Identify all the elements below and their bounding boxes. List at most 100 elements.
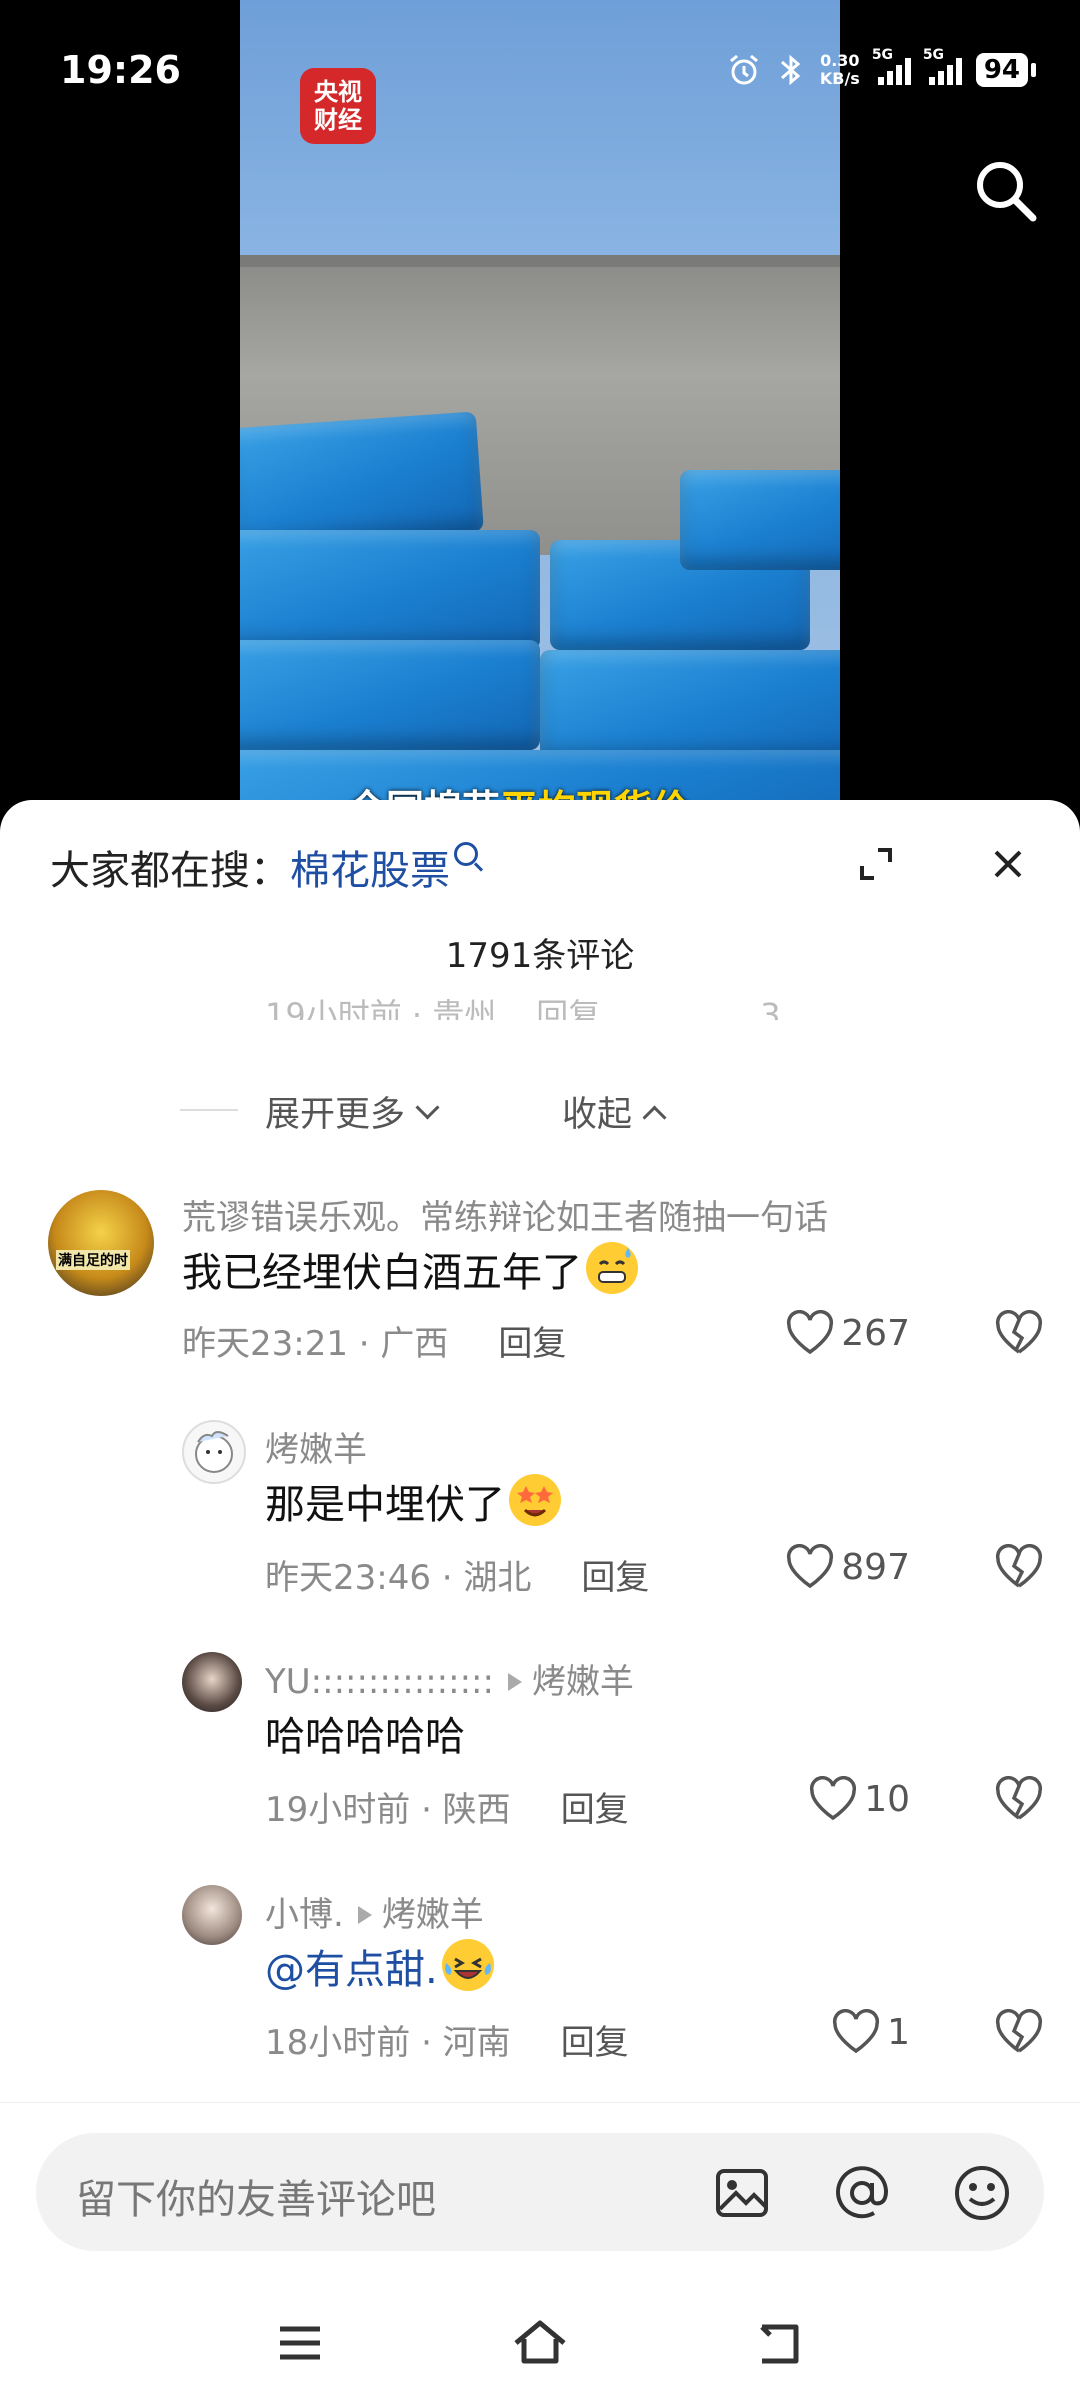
like-count: 10 bbox=[864, 1778, 910, 1820]
comment-input-placeholder: 留下你的友善评论吧 bbox=[76, 2177, 436, 2223]
chevron-up-icon bbox=[642, 1105, 667, 1130]
like-button[interactable]: 897 bbox=[785, 1544, 910, 1590]
back-icon[interactable] bbox=[750, 2313, 810, 2373]
faded-comment-meta: 19小时前 · 贵州 回复 3 bbox=[265, 990, 821, 1020]
comment-item: 满自足的时 荒谬错误乐观。常练辩论如王者随抽一句话 我已经埋伏白酒五年了 昨天2… bbox=[0, 1180, 1080, 1364]
grimacing-sweat-emoji bbox=[586, 1242, 638, 1294]
speed-value: 0.30 bbox=[820, 51, 860, 70]
speed-unit: KB/s bbox=[819, 69, 860, 88]
comment-time-location: 昨天23:46 · 湖北 bbox=[265, 1558, 532, 1598]
faded-reply: 回复 bbox=[536, 996, 601, 1020]
faded-time: 19小时前 · 贵州 bbox=[265, 996, 497, 1020]
comment-text: 那是中埋伏了 bbox=[265, 1472, 561, 1530]
like-count: 267 bbox=[841, 1312, 910, 1354]
emoji-icon[interactable] bbox=[952, 2163, 1012, 2223]
video-bale bbox=[240, 411, 484, 549]
faded-likes: 3 bbox=[760, 996, 781, 1020]
reply-item: 烤嫩羊 那是中埋伏了 昨天23:46 · 湖北 回复 897 bbox=[0, 1420, 1080, 1598]
reply-item: 小博. 烤嫩羊 @有点甜. 18小时前 · 河南 回复 1 bbox=[0, 1885, 1080, 2063]
reply-button[interactable]: 回复 bbox=[561, 1790, 629, 1830]
sheet-header: 大家都在搜：棉花股票 bbox=[0, 800, 1080, 910]
comment-time-location: 昨天23:21 · 广西 bbox=[182, 1324, 449, 1364]
image-icon[interactable] bbox=[712, 2163, 772, 2223]
network-speed: 0.30 KB/s bbox=[820, 52, 860, 88]
collapse-label: 收起 bbox=[562, 1095, 633, 1135]
cctv-finance-logo: 央视 财经 bbox=[300, 68, 376, 144]
trending-search-term[interactable]: 棉花股票 bbox=[290, 848, 450, 894]
reply-arrow-icon bbox=[507, 1673, 522, 1691]
menu-icon[interactable] bbox=[270, 2313, 330, 2373]
comment-input-area: 留下你的友善评论吧 bbox=[0, 2102, 1080, 2401]
like-button[interactable]: 10 bbox=[808, 1776, 910, 1822]
mention-link[interactable]: @有点甜. bbox=[265, 1947, 438, 1993]
heart-icon bbox=[833, 2009, 880, 2054]
video-bale bbox=[240, 530, 540, 650]
expand-more-button[interactable]: 展开更多 bbox=[265, 1086, 440, 1137]
reply-username-row: 小博. 烤嫩羊 bbox=[265, 1887, 484, 1936]
heart-icon bbox=[810, 1776, 857, 1821]
reply-to-username[interactable]: 烤嫩羊 bbox=[382, 1895, 484, 1935]
bluetooth-icon bbox=[780, 54, 801, 86]
at-mention-icon[interactable] bbox=[832, 2163, 892, 2223]
like-count: 1 bbox=[887, 2011, 910, 2053]
expand-more-label: 展开更多 bbox=[265, 1095, 406, 1135]
signal-icon: 5G bbox=[872, 47, 911, 85]
home-icon[interactable] bbox=[510, 2313, 570, 2373]
avatar[interactable] bbox=[182, 1652, 242, 1712]
reply-button[interactable]: 回复 bbox=[498, 1324, 566, 1364]
logo-line: 财经 bbox=[314, 106, 362, 134]
broken-heart-icon[interactable] bbox=[994, 1776, 1044, 1822]
search-icon[interactable] bbox=[970, 155, 1042, 227]
reply-to-username[interactable]: 烤嫩羊 bbox=[532, 1662, 634, 1702]
avatar[interactable]: 满自足的时 bbox=[48, 1190, 154, 1296]
reply-button[interactable]: 回复 bbox=[581, 1558, 649, 1598]
battery-indicator: 94 bbox=[975, 53, 1037, 87]
video-bale bbox=[540, 650, 840, 760]
collapse-button[interactable]: 收起 bbox=[562, 1086, 667, 1137]
like-count: 897 bbox=[841, 1546, 910, 1588]
expand-icon[interactable] bbox=[852, 840, 900, 888]
comment-text: @有点甜. bbox=[265, 1937, 494, 1995]
close-icon[interactable] bbox=[984, 840, 1032, 888]
trending-search-label: 大家都在搜： bbox=[50, 848, 290, 894]
alarm-icon bbox=[729, 54, 758, 85]
avatar[interactable] bbox=[182, 1420, 246, 1484]
signal-icon: 5G bbox=[923, 47, 962, 85]
comment-text-content: 我已经埋伏白酒五年了 bbox=[182, 1250, 582, 1296]
thread-toggle-row: 展开更多 收起 bbox=[0, 1080, 1080, 1140]
network-type: 5G bbox=[922, 47, 945, 63]
crying-laughing-emoji bbox=[441, 1939, 494, 1991]
comment-input[interactable]: 留下你的友善评论吧 bbox=[36, 2133, 1044, 2251]
comment-text: 我已经埋伏白酒五年了 bbox=[182, 1240, 638, 1298]
logo-line: 央视 bbox=[314, 78, 362, 106]
trending-search[interactable]: 大家都在搜：棉花股票 bbox=[50, 838, 478, 896]
divider bbox=[180, 1109, 238, 1111]
comment-time-location: 19小时前 · 陕西 bbox=[265, 1790, 511, 1830]
starstruck-emoji bbox=[509, 1474, 561, 1526]
video-bale bbox=[680, 470, 840, 570]
comment-username[interactable]: 小博. bbox=[265, 1895, 344, 1935]
reply-item: YU:::::::::::::::: 烤嫩羊 哈哈哈哈哈 19小时前 · 陕西 回复… bbox=[0, 1652, 1080, 1830]
broken-heart-icon[interactable] bbox=[994, 1544, 1044, 1590]
avatar-caption: 满自足的时 bbox=[56, 1250, 130, 1270]
like-button[interactable]: 1 bbox=[831, 2009, 910, 2055]
like-button[interactable]: 267 bbox=[785, 1310, 910, 1356]
video-bale bbox=[240, 640, 540, 750]
reply-username-row: YU:::::::::::::::: 烤嫩羊 bbox=[265, 1654, 634, 1703]
network-type: 5G bbox=[871, 47, 894, 63]
reply-button[interactable]: 回复 bbox=[561, 2023, 629, 2063]
avatar[interactable] bbox=[182, 1885, 242, 1945]
reply-arrow-icon bbox=[357, 1906, 372, 1924]
heart-icon bbox=[787, 1544, 834, 1589]
status-icons: 0.30 KB/s 5G 5G 94 bbox=[726, 47, 1037, 88]
broken-heart-icon[interactable] bbox=[994, 2009, 1044, 2055]
broken-heart-icon[interactable] bbox=[994, 1310, 1044, 1356]
comment-username[interactable]: YU:::::::::::::::: bbox=[265, 1662, 494, 1702]
comment-username[interactable]: 烤嫩羊 bbox=[265, 1422, 367, 1471]
comment-text-content: 那是中埋伏了 bbox=[265, 1482, 505, 1528]
chevron-down-icon bbox=[415, 1095, 440, 1120]
comment-time-location: 18小时前 · 河南 bbox=[265, 2023, 511, 2063]
comment-text: 哈哈哈哈哈 bbox=[265, 1714, 465, 1760]
system-nav-bar bbox=[0, 2303, 1080, 2383]
comment-username[interactable]: 荒谬错误乐观。常练辩论如王者随抽一句话 bbox=[182, 1190, 828, 1239]
